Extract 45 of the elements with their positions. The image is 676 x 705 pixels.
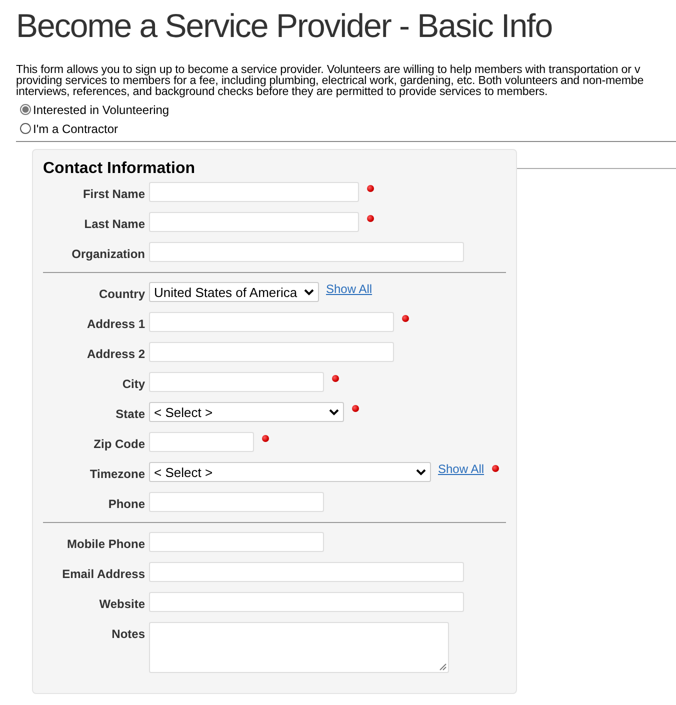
text-field[interactable] [149,592,464,612]
text-field[interactable] [149,562,464,582]
dropdown[interactable]: < Select > [149,462,431,482]
field-label: Timezone [88,466,145,481]
intro-text: providing services to members for a fee, including plumbing, electrical work, gardening, etc. Both volunteers and non-membe [16,75,644,86]
show-all-link[interactable]: Show All [326,282,372,296]
resize-grip-icon [439,663,447,671]
field-label: Last Name [83,216,145,231]
text-field[interactable] [149,432,254,452]
section-title: Contact Information [43,160,196,178]
text-field[interactable] [149,372,324,392]
field-label: Organization [70,246,145,261]
text-field[interactable] [149,242,464,262]
intro-text: This form allows you to sign up to become a service provider. Volunteers are willing to help members with transportation or v [16,64,640,75]
field-label: Website [98,596,145,611]
page-title: Become a Service Provider - Basic Info [16,6,554,46]
text-field[interactable] [149,182,359,202]
dropdown[interactable]: < Select > [149,402,344,422]
field-label: Address 1 [86,316,145,331]
show-all-link[interactable]: Show All [438,462,484,476]
chevron-icon [329,408,339,416]
field-label: Email Address [61,566,145,581]
dropdown[interactable]: United States of America [149,282,319,302]
text-field[interactable] [149,342,394,362]
chevron-icon [304,288,314,296]
field-label: Mobile Phone [66,536,145,551]
field-label: Address 2 [86,346,145,361]
text-field[interactable] [149,312,394,332]
notes-field[interactable] [149,622,449,673]
field-label: First Name [82,186,145,201]
intro-text: interviews, references, and background checks before they are permitted to provide services to members. [16,86,548,97]
radio-label[interactable]: I'm a Contractor [33,122,118,136]
text-field[interactable] [149,532,324,552]
field-label: Country [98,286,145,301]
radio-button[interactable] [20,104,31,115]
field-label: Phone [107,496,145,511]
text-field[interactable] [149,212,359,232]
field-label: City [121,376,145,391]
field-label: State [114,406,145,421]
text-field[interactable] [149,492,324,512]
chevron-icon [416,468,426,476]
radio-label[interactable]: Interested in Volunteering [33,102,170,116]
field-label: Notes [110,626,145,641]
field-label: Zip Code [92,436,145,451]
radio-button[interactable] [20,123,31,134]
